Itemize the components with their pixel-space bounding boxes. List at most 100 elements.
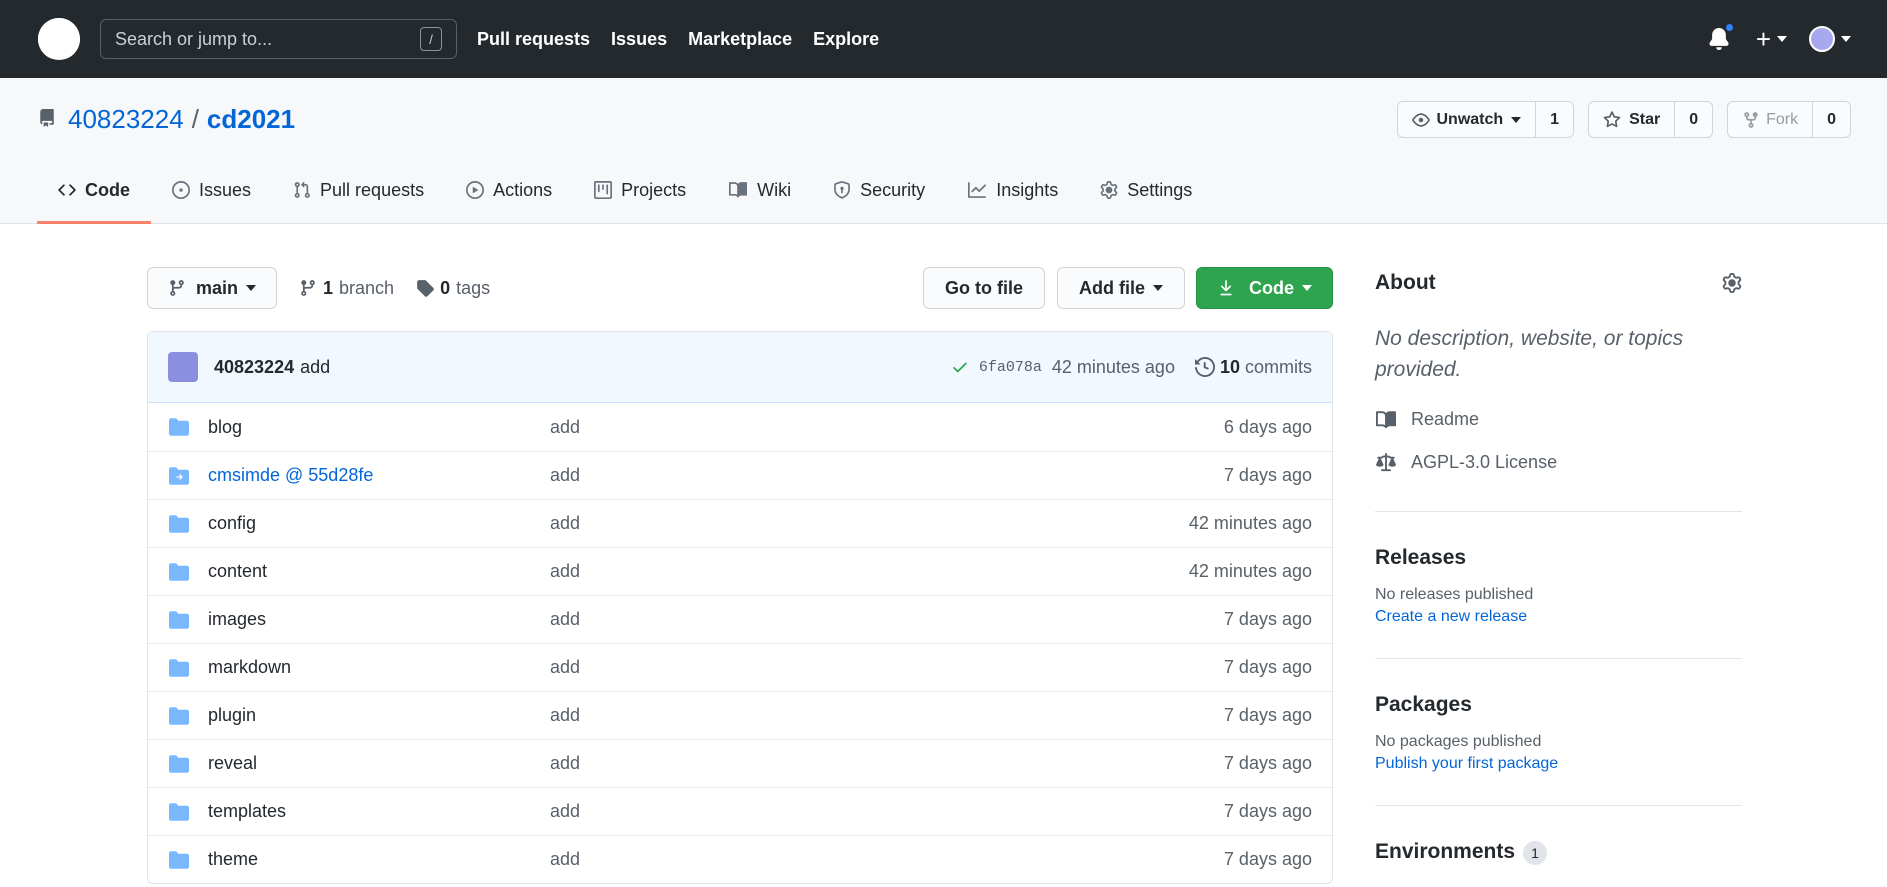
create-new-dropdown[interactable]: + (1756, 24, 1787, 55)
repo-actions: Unwatch 1 Star 0 Fork 0 (1383, 101, 1851, 138)
table-row[interactable]: content add 42 minutes ago (148, 547, 1332, 595)
avatar[interactable] (168, 352, 198, 382)
file-commit-message[interactable]: add (550, 801, 580, 822)
file-commit-message[interactable]: add (550, 465, 580, 486)
eye-icon (1412, 111, 1431, 129)
repo-name-link[interactable]: cd2021 (207, 104, 295, 135)
tab-code[interactable]: Code (37, 157, 151, 224)
file-name-link[interactable]: content (208, 561, 550, 582)
packages-title[interactable]: Packages (1375, 693, 1742, 717)
submodule-folder-icon (168, 466, 192, 486)
user-menu[interactable] (1809, 26, 1851, 52)
unwatch-button[interactable]: Unwatch (1398, 102, 1537, 137)
table-row[interactable]: config add 42 minutes ago (148, 499, 1332, 547)
code-download-button[interactable]: Code (1196, 267, 1333, 309)
file-commit-message[interactable]: add (550, 657, 580, 678)
file-commit-message[interactable]: add (550, 561, 580, 582)
file-commit-message[interactable]: add (550, 705, 580, 726)
add-file-button[interactable]: Add file (1057, 267, 1185, 309)
table-row[interactable]: templates add 7 days ago (148, 787, 1332, 835)
file-commit-message[interactable]: add (550, 513, 580, 534)
file-commit-message[interactable]: add (550, 849, 580, 870)
watch-count[interactable]: 1 (1536, 102, 1573, 137)
publish-package-link[interactable]: Publish your first package (1375, 755, 1742, 773)
watch-button-group: Unwatch 1 (1397, 101, 1575, 138)
star-count[interactable]: 0 (1675, 102, 1712, 137)
nav-explore[interactable]: Explore (813, 29, 879, 50)
nav-marketplace[interactable]: Marketplace (688, 29, 792, 50)
file-name-link[interactable]: theme (208, 849, 550, 870)
pull-request-icon (293, 181, 311, 199)
table-row[interactable]: markdown add 7 days ago (148, 643, 1332, 691)
file-commit-message[interactable]: add (550, 417, 580, 438)
readme-link[interactable]: Readme (1375, 409, 1742, 430)
file-navigation: main 1 branch 0 tags Go to file Add file (147, 267, 1333, 309)
file-name-link[interactable]: templates (208, 801, 550, 822)
star-button[interactable]: Star (1589, 102, 1676, 137)
folder-icon (168, 706, 192, 726)
packages-empty-text: No packages published (1375, 733, 1542, 750)
table-row[interactable]: cmsimde @ 55d28fe add 7 days ago (148, 451, 1332, 499)
table-row[interactable]: plugin add 7 days ago (148, 691, 1332, 739)
file-age: 7 days ago (1223, 705, 1312, 725)
fork-button[interactable]: Fork (1728, 102, 1814, 137)
repo-icon (38, 104, 56, 135)
tab-settings[interactable]: Settings (1079, 157, 1213, 223)
table-row[interactable]: theme add 7 days ago (148, 835, 1332, 883)
table-row[interactable]: blog add 6 days ago (148, 403, 1332, 451)
tags-link[interactable]: 0 tags (416, 278, 490, 299)
law-icon (1375, 452, 1397, 473)
file-commit-message[interactable]: add (550, 609, 580, 630)
fork-count[interactable]: 0 (1813, 102, 1850, 137)
notifications-bell-icon[interactable] (1708, 22, 1735, 51)
file-name-link[interactable]: images (208, 609, 550, 630)
file-name-link[interactable]: cmsimde @ 55d28fe (208, 465, 550, 486)
code-button-label: Code (1249, 277, 1294, 298)
table-row[interactable]: reveal add 7 days ago (148, 739, 1332, 787)
file-name-link[interactable]: blog (208, 417, 550, 438)
create-release-link[interactable]: Create a new release (1375, 608, 1742, 626)
environments-header[interactable]: Environments 1 (1375, 840, 1742, 865)
star-label: Star (1629, 110, 1661, 128)
file-name-link[interactable]: plugin (208, 705, 550, 726)
license-link[interactable]: AGPL-3.0 License (1375, 452, 1742, 473)
issue-icon (172, 181, 190, 199)
folder-icon (168, 610, 192, 630)
file-commit-message[interactable]: add (550, 753, 580, 774)
tab-wiki[interactable]: Wiki (707, 157, 812, 223)
nav-issues[interactable]: Issues (611, 29, 667, 50)
nav-pull-requests[interactable]: Pull requests (477, 29, 590, 50)
download-icon (1217, 279, 1235, 297)
commit-message[interactable]: add (300, 357, 330, 378)
branches-link[interactable]: 1 branch (299, 278, 394, 299)
file-name-link[interactable]: config (208, 513, 550, 534)
commit-sha[interactable]: 6fa078a (979, 359, 1042, 376)
commit-author[interactable]: 40823224 (214, 357, 294, 378)
branch-count: 1 (323, 277, 334, 298)
folder-icon (168, 562, 192, 582)
header-actions: + (1708, 0, 1851, 78)
tab-issues[interactable]: Issues (151, 157, 272, 223)
commits-link[interactable]: 10 commits (1194, 357, 1312, 378)
tab-security[interactable]: Security (812, 157, 946, 223)
go-to-file-button[interactable]: Go to file (923, 267, 1045, 309)
branch-select-button[interactable]: main (147, 267, 278, 309)
gear-icon[interactable] (1722, 273, 1742, 293)
releases-title[interactable]: Releases (1375, 546, 1742, 570)
tab-actions[interactable]: Actions (445, 157, 573, 223)
file-name-link[interactable]: markdown (208, 657, 550, 678)
tab-label: Issues (199, 179, 252, 200)
fork-icon (1742, 111, 1760, 129)
file-name-link[interactable]: reveal (208, 753, 550, 774)
search-input[interactable]: Search or jump to... / (100, 19, 457, 59)
repo-owner-link[interactable]: 40823224 (68, 104, 184, 135)
repo-tabs: Code Issues Pull requests Actions Projec… (37, 157, 1213, 224)
tab-label: Wiki (757, 179, 792, 200)
code-icon (58, 181, 76, 199)
table-row[interactable]: images add 7 days ago (148, 595, 1332, 643)
tab-pull-requests[interactable]: Pull requests (272, 157, 445, 223)
releases-section: Releases No releases published Create a … (1375, 512, 1742, 626)
tab-insights[interactable]: Insights (946, 157, 1079, 223)
tab-projects[interactable]: Projects (573, 157, 707, 223)
github-logo-icon[interactable] (38, 18, 80, 60)
